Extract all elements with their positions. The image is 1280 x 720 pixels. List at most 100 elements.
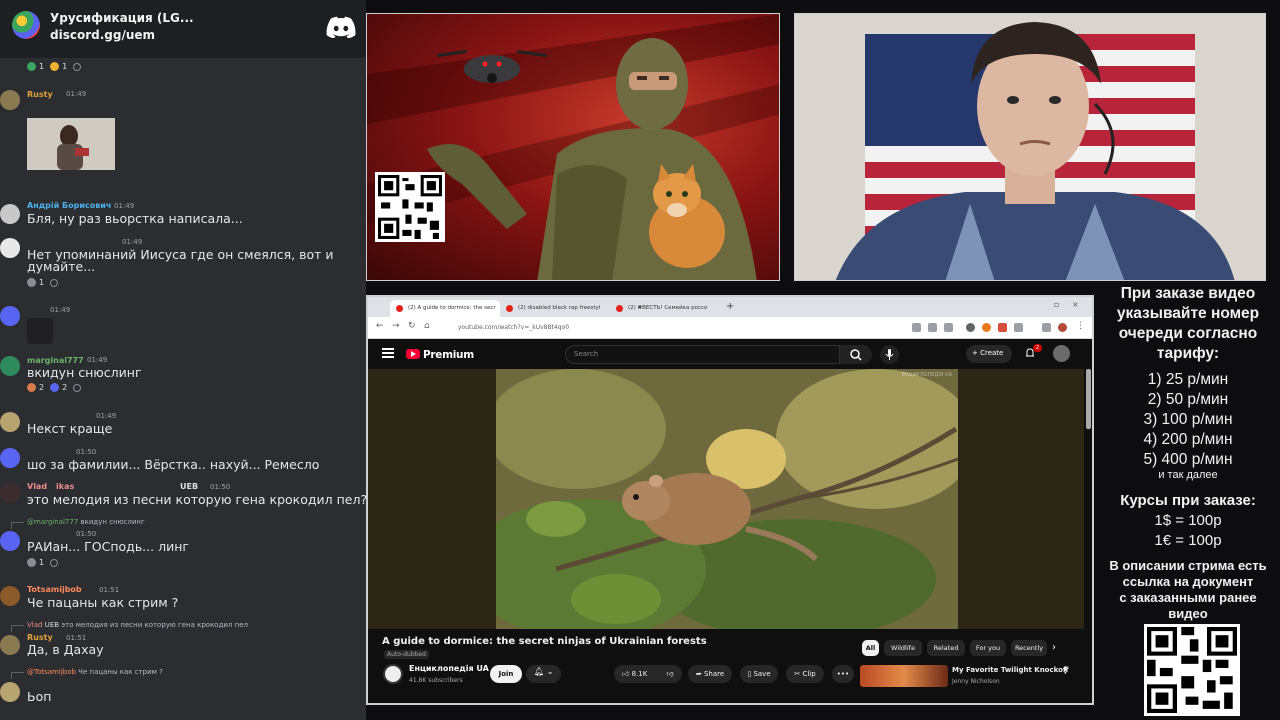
tariff-item: 2) 50 р/мин xyxy=(1147,391,1229,408)
voice-search-button[interactable] xyxy=(880,345,899,364)
hamburger-menu-icon[interactable] xyxy=(382,348,394,358)
close-window-icon[interactable]: × xyxy=(1072,300,1079,309)
video-player[interactable]: ЕНЦИКЛОПЕДІЯ UA xyxy=(368,369,1084,629)
message-time: 01:49 xyxy=(122,238,143,246)
reaction[interactable]: 1 xyxy=(27,278,44,287)
recommended-video-channel: Jenny Nicholson xyxy=(952,678,1000,685)
new-tab-icon[interactable]: + xyxy=(726,301,734,312)
server-invite-link[interactable]: discord.gg/uem xyxy=(50,28,155,42)
sticker-image[interactable] xyxy=(27,318,53,344)
streamer-camera-image xyxy=(795,14,1265,280)
extension-icon[interactable] xyxy=(998,323,1007,332)
message-author[interactable]: Vlad xyxy=(27,482,47,491)
reload-icon[interactable]: ↻ xyxy=(408,321,416,331)
account-avatar[interactable] xyxy=(1053,345,1070,362)
more-vert-icon[interactable]: ⋮ xyxy=(1061,666,1070,676)
join-button[interactable]: Join xyxy=(490,665,522,683)
message-author[interactable]: Rusty xyxy=(27,90,53,99)
extensions-menu-icon[interactable] xyxy=(1014,323,1023,332)
browser-tab[interactable]: (2) ✖ВЕСТЬ! Семейка россо xyxy=(610,300,720,317)
browser-tab[interactable]: (2) disabled black rap freestyl xyxy=(500,300,610,317)
pricing-info-panel: При заказе видео указывайте номер очеред… xyxy=(1096,282,1280,720)
home-icon[interactable]: ⌂ xyxy=(424,321,430,331)
reaction[interactable]: 2 xyxy=(50,383,67,392)
forward-icon[interactable]: → xyxy=(392,321,400,331)
share-button[interactable]: ➦ Share xyxy=(688,665,732,683)
scissors-icon: ✂ xyxy=(794,670,801,678)
info-line: При заказе видео xyxy=(1120,285,1256,302)
url-input[interactable]: youtube.com/watch?v=_kUv8Bt4qo0 xyxy=(454,321,894,335)
message-author[interactable]: Rusty xyxy=(27,633,53,642)
reply-preview[interactable]: @Totsamijbob Че пацаны как стрим ? xyxy=(11,668,163,679)
extension-icon[interactable] xyxy=(982,323,991,332)
more-actions-button[interactable]: ••• xyxy=(832,665,854,683)
video-frame[interactable]: ЕНЦИКЛОПЕДІЯ UA xyxy=(496,369,958,629)
subscription-bell-button[interactable]: 🔔︎ ⌄ xyxy=(526,665,561,683)
recommended-video-thumbnail[interactable] xyxy=(860,665,948,687)
zoom-icon[interactable] xyxy=(928,323,937,332)
dislike-button[interactable]: 👎︎ xyxy=(658,665,682,683)
add-reaction-icon[interactable] xyxy=(50,278,59,287)
chip-all[interactable]: All xyxy=(862,640,879,656)
profile-avatar[interactable] xyxy=(1058,323,1067,332)
reply-preview[interactable]: @marginal777 вкидун снюслинг xyxy=(11,518,145,529)
reaction-bar: 1 xyxy=(27,558,59,567)
search-input[interactable]: Search xyxy=(565,345,840,364)
browser-menu-icon[interactable]: ⋮ xyxy=(1076,321,1085,331)
message-time: 01:50 xyxy=(76,448,97,456)
youtube-favicon-icon xyxy=(506,305,513,312)
reaction[interactable]: 1 xyxy=(27,62,44,71)
create-button[interactable]: + Create xyxy=(966,345,1012,363)
chevron-right-icon[interactable]: › xyxy=(1052,642,1056,653)
channel-name[interactable]: Енциклопедія UA xyxy=(409,664,489,673)
poster-qr-code[interactable] xyxy=(375,172,445,242)
add-reaction-icon[interactable] xyxy=(73,62,82,71)
save-button[interactable]: ▯ Save xyxy=(740,665,778,683)
search-button[interactable] xyxy=(840,345,872,364)
channel-avatar[interactable] xyxy=(383,664,403,684)
tariff-item: 4) 200 р/мин xyxy=(1143,431,1233,448)
message-text: Да, в Дахау xyxy=(27,642,104,657)
youtube-premium-label[interactable]: Premium xyxy=(423,349,474,361)
chip-for-you[interactable]: For you xyxy=(970,640,1006,656)
cast-icon[interactable] xyxy=(912,323,921,332)
browser-tab[interactable]: (2) A guide to dormice: the secr xyxy=(390,300,500,317)
chip-related[interactable]: Related xyxy=(927,640,965,656)
message-text: Че пацаны как стрим ? xyxy=(27,595,179,610)
reply-preview[interactable]: Vlad UEB это мелодия из песни которую ге… xyxy=(10,621,248,632)
save-label: Save xyxy=(753,670,771,678)
add-reaction-icon[interactable] xyxy=(73,383,82,392)
qr-code-image xyxy=(1147,627,1237,713)
share-label: Share xyxy=(703,670,725,678)
avatar xyxy=(0,448,20,468)
share-icon: ➦ xyxy=(695,670,702,678)
extension-icon[interactable] xyxy=(966,323,975,332)
reaction[interactable]: 1 xyxy=(50,62,67,71)
message-author[interactable]: Totsamijbob xyxy=(27,585,82,594)
clip-button[interactable]: ✂ Clip xyxy=(786,665,824,683)
download-icon[interactable] xyxy=(1042,323,1051,332)
recommended-video-title[interactable]: My Favorite Twilight Knockoff xyxy=(952,666,1069,674)
reaction[interactable]: 1 xyxy=(27,558,44,567)
youtube-logo-icon[interactable] xyxy=(406,349,420,359)
scrollbar[interactable] xyxy=(1086,369,1091,429)
document-qr-code[interactable] xyxy=(1144,624,1240,716)
message-author[interactable]: Андрій Борисович xyxy=(27,201,111,210)
message-text: Бля, ну раз вьорстка написала... xyxy=(27,211,243,226)
save-icon: ▯ xyxy=(747,670,752,678)
restore-window-icon[interactable]: ▫ xyxy=(1054,300,1059,309)
add-reaction-icon[interactable] xyxy=(50,558,59,567)
back-icon[interactable]: ← xyxy=(376,321,384,331)
message-text: РАИан... ГОСподь... линг xyxy=(27,539,189,554)
image-attachment[interactable] xyxy=(27,118,115,170)
bookmark-star-icon[interactable] xyxy=(944,323,953,332)
tab-label: (2) ✖ВЕСТЬ! Семейка россо xyxy=(628,305,708,311)
message-author[interactable]: marginal777 xyxy=(27,356,84,365)
reaction[interactable]: 2 xyxy=(27,383,44,392)
discord-server-header[interactable]: Урусификация (LG... discord.gg/uem xyxy=(0,0,366,58)
order-instructions: При заказе видео указывайте номер очеред… xyxy=(1096,284,1280,364)
info-line: ссылка на документ xyxy=(1122,574,1254,589)
chip-wildlife[interactable]: Wildlife xyxy=(884,640,922,656)
chip-recently[interactable]: Recently xyxy=(1011,640,1047,656)
browser-window: (2) A guide to dormice: the secr (2) dis… xyxy=(366,295,1094,705)
